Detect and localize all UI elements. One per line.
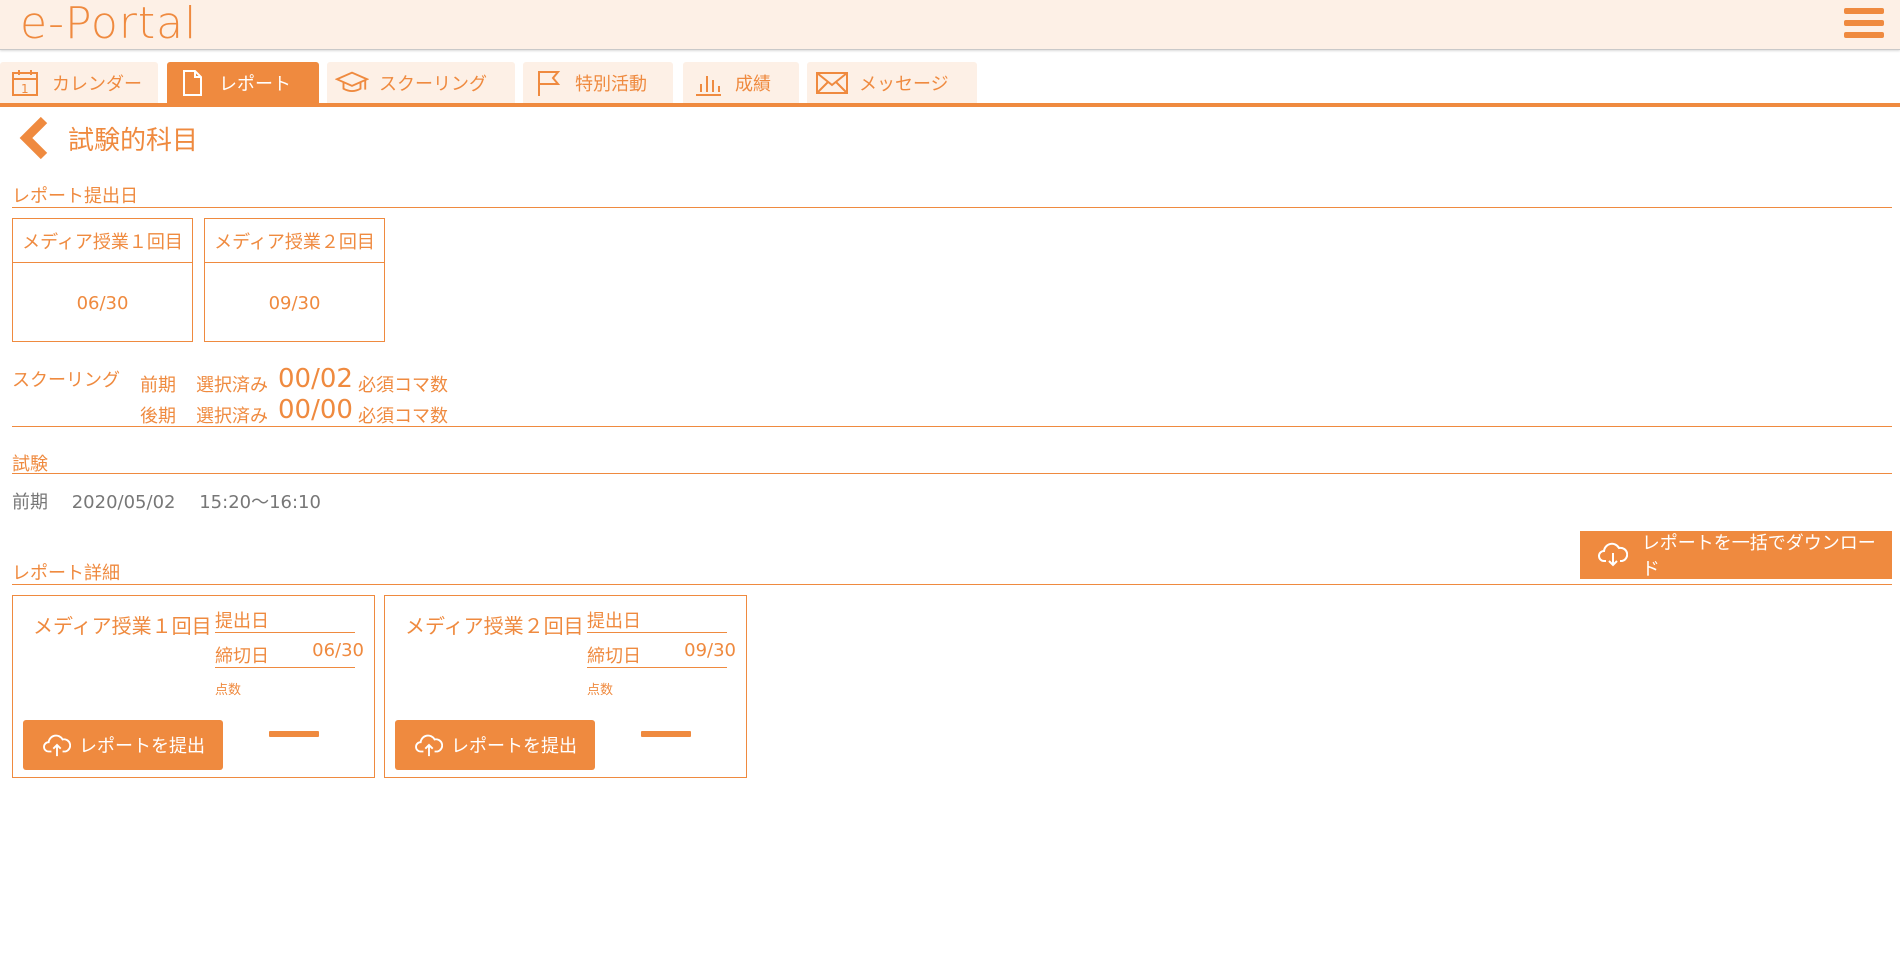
divider xyxy=(587,667,727,668)
deadline-value: 09/30 xyxy=(684,640,736,661)
score-empty-dash xyxy=(269,731,319,737)
tab-messages[interactable]: メッセージ xyxy=(807,62,977,103)
submit-report-label: レポートを提出 xyxy=(451,736,577,757)
report-card-title: メディア授業２回目 xyxy=(405,614,584,638)
back-chevron-icon[interactable] xyxy=(16,116,52,160)
tab-schooling[interactable]: スクーリング xyxy=(327,62,515,103)
schooling-selected-label: 選択済み xyxy=(196,406,268,427)
divider xyxy=(12,207,1892,208)
report-date-name: メディア授業１回目 xyxy=(13,219,192,263)
tab-schooling-label: スクーリング xyxy=(379,73,487,95)
cloud-upload-icon xyxy=(43,732,72,758)
calendar-icon: 1 xyxy=(8,66,42,100)
bulk-download-button[interactable]: レポートを一括でダウンロード xyxy=(1580,531,1892,580)
submit-report-button[interactable]: レポートを提出 xyxy=(395,720,595,770)
divider xyxy=(587,632,727,633)
report-date-card: メディア授業１回目 06/30 xyxy=(12,218,193,342)
deadline-label: 締切日 xyxy=(215,646,269,667)
exam-date: 2020/05/02 xyxy=(71,492,176,513)
envelope-icon xyxy=(815,66,849,100)
divider xyxy=(12,473,1892,474)
exam-term: 前期 xyxy=(12,492,48,513)
score-label: 点数 xyxy=(587,683,614,698)
deadline-value: 06/30 xyxy=(312,640,364,661)
page-title: 試験的科目 xyxy=(68,126,199,156)
submitted-label: 提出日 xyxy=(215,611,269,632)
tab-calendar-label: カレンダー xyxy=(52,73,142,95)
submitted-label: 提出日 xyxy=(587,611,641,632)
flag-icon xyxy=(531,66,565,100)
report-card: メディア授業１回目 提出日 締切日 06/30 点数 レポートを提出 xyxy=(12,595,375,778)
cloud-upload-icon xyxy=(415,732,444,758)
report-date-value: 06/30 xyxy=(76,292,129,314)
bulk-download-label: レポートを一括でダウンロード xyxy=(1641,533,1876,580)
tab-messages-label: メッセージ xyxy=(859,73,949,95)
submit-report-label: レポートを提出 xyxy=(79,736,205,757)
bar-chart-icon xyxy=(691,66,725,100)
tab-grades[interactable]: 成績 xyxy=(683,62,799,103)
graduation-cap-icon xyxy=(335,66,369,100)
divider xyxy=(215,667,355,668)
schooling-term: 前期 xyxy=(140,375,176,396)
tab-grades-label: 成績 xyxy=(735,73,771,95)
cloud-download-icon xyxy=(1598,540,1630,570)
document-icon xyxy=(175,66,209,100)
svg-text:1: 1 xyxy=(21,82,29,96)
deadline-label: 締切日 xyxy=(587,646,641,667)
submit-report-button[interactable]: レポートを提出 xyxy=(23,720,223,770)
schooling-count: 00/02 xyxy=(278,364,353,394)
schooling-selected-label: 選択済み xyxy=(196,375,268,396)
tab-report-label: レポート xyxy=(219,73,291,95)
divider xyxy=(12,584,1892,585)
report-date-name: メディア授業２回目 xyxy=(205,219,384,263)
schooling-label: スクーリング xyxy=(12,370,120,391)
schooling-required-label: 必須コマ数 xyxy=(358,406,448,427)
schooling-count: 00/00 xyxy=(278,395,353,425)
exam-time: 15:20〜16:10 xyxy=(199,492,321,513)
main-tabs: 1 カレンダー レポート スクーリング 特別活動 成績 メッセージ xyxy=(0,60,1900,107)
report-dates-label: レポート提出日 xyxy=(12,186,138,207)
tab-special-activities-label: 特別活動 xyxy=(575,73,647,95)
divider xyxy=(12,426,1892,427)
report-card-title: メディア授業１回目 xyxy=(33,614,212,638)
app-logo[interactable]: e-Portal xyxy=(20,0,197,49)
schooling-term: 後期 xyxy=(140,406,176,427)
exam-info: 前期 2020/05/02 15:20〜16:10 xyxy=(12,488,339,514)
report-detail-label: レポート詳細 xyxy=(12,563,120,584)
schooling-required-label: 必須コマ数 xyxy=(358,375,448,396)
score-label: 点数 xyxy=(215,683,242,698)
score-empty-dash xyxy=(641,731,691,737)
hamburger-menu-icon[interactable] xyxy=(1844,8,1884,40)
tab-report[interactable]: レポート xyxy=(167,62,319,103)
report-card: メディア授業２回目 提出日 締切日 09/30 点数 レポートを提出 xyxy=(384,595,747,778)
tab-calendar[interactable]: 1 カレンダー xyxy=(0,62,158,103)
tab-special-activities[interactable]: 特別活動 xyxy=(523,62,673,103)
app-header: e-Portal xyxy=(0,0,1900,50)
report-date-value: 09/30 xyxy=(268,292,321,314)
divider xyxy=(215,632,355,633)
report-date-card: メディア授業２回目 09/30 xyxy=(204,218,385,342)
